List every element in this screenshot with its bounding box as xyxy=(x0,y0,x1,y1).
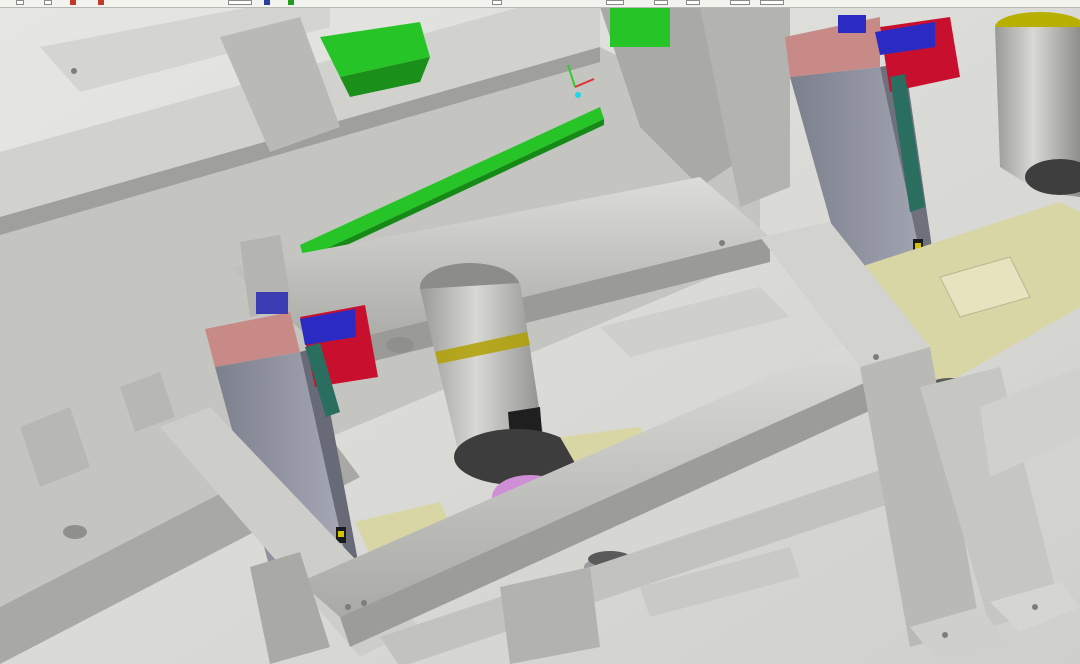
view-icon-4[interactable] xyxy=(730,0,750,5)
axis-origin xyxy=(575,92,581,98)
cad-application xyxy=(0,0,1080,664)
bolt-hole xyxy=(873,354,879,360)
blue-sensor-left xyxy=(256,292,288,314)
color-swatch-blue[interactable] xyxy=(264,0,270,5)
tool-icon-2[interactable] xyxy=(44,0,52,5)
sensor-left-light xyxy=(338,531,344,537)
hole-2 xyxy=(386,337,414,353)
bolt-hole xyxy=(71,68,77,74)
tool-icon-1[interactable] xyxy=(16,0,24,5)
color-swatch-green[interactable] xyxy=(288,0,294,5)
view-icon[interactable] xyxy=(606,0,624,5)
toolbar xyxy=(0,0,1080,8)
view-icon-2[interactable] xyxy=(654,0,668,5)
blue-sensor-right xyxy=(838,15,866,33)
bolt-hole xyxy=(1032,604,1038,610)
view-icon-3[interactable] xyxy=(686,0,700,5)
green-block xyxy=(610,7,670,47)
bolt-hole xyxy=(719,240,725,246)
cad-model-render[interactable] xyxy=(0,7,1080,664)
3d-viewport[interactable] xyxy=(0,7,1080,664)
view-icon-5[interactable] xyxy=(760,0,784,5)
bolt-hole xyxy=(942,632,948,638)
color-swatch-red[interactable] xyxy=(70,0,76,5)
hole-1 xyxy=(63,525,87,539)
bolt-hole xyxy=(361,600,367,606)
bolt-hole xyxy=(345,604,351,610)
tool-icon-3[interactable] xyxy=(228,0,252,5)
color-swatch-red-2[interactable] xyxy=(98,0,104,5)
tool-icon-4[interactable] xyxy=(492,0,502,5)
